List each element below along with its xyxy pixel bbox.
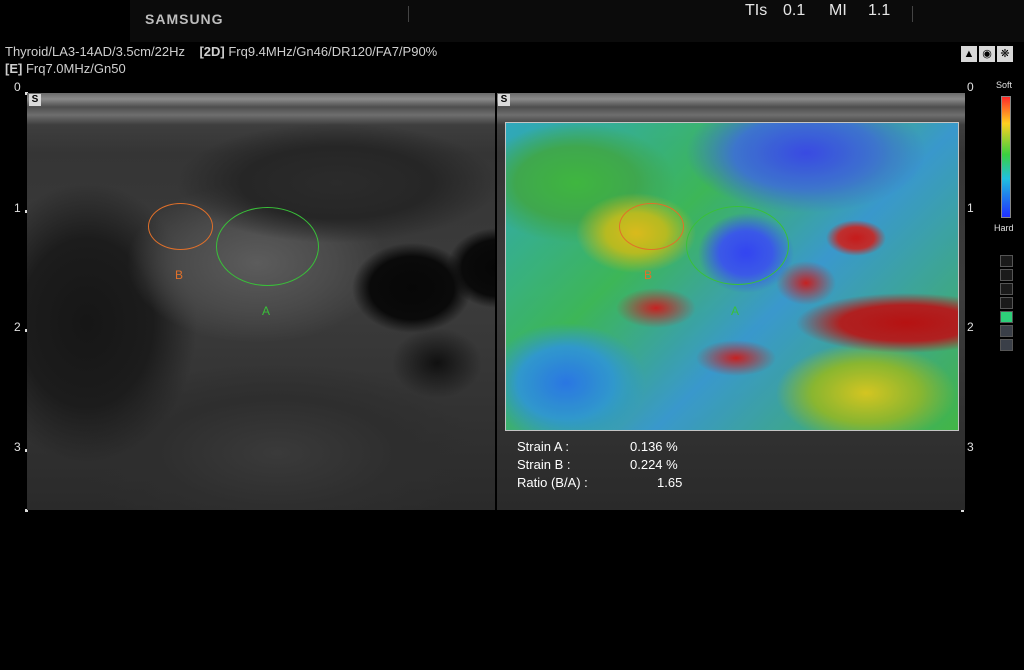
colorbar-soft-label: Soft xyxy=(996,80,1013,90)
depth-tick-right: 1 xyxy=(967,201,974,215)
depth-tick-left: 1 xyxy=(14,201,21,215)
brand-logo: SAMSUNG xyxy=(145,11,224,27)
settings-icon[interactable]: ❋ xyxy=(997,46,1013,62)
quality-level xyxy=(1000,325,1013,337)
gain-e: Gn50 xyxy=(93,61,126,76)
quality-level xyxy=(1000,283,1013,295)
quality-level-active xyxy=(1000,311,1013,323)
quality-level xyxy=(1000,297,1013,309)
depth-tick-left: 2 xyxy=(14,320,21,334)
quality-level xyxy=(1000,269,1013,281)
depth-tick-left: 0 xyxy=(14,80,21,94)
frq-e: Frq7.0MHz xyxy=(25,61,91,76)
strain-b-label: Strain B : xyxy=(517,457,571,472)
roi-a-label: A xyxy=(731,304,740,318)
roi-a[interactable] xyxy=(216,207,319,286)
ratio-label: Ratio (B/A) : xyxy=(517,475,588,490)
depth-tick-right: 0 xyxy=(967,80,974,94)
header-divider xyxy=(912,6,913,22)
frame-rate: 22Hz xyxy=(154,44,185,59)
roi-a-label: A xyxy=(262,304,271,318)
header-divider xyxy=(408,6,409,22)
probe-icon[interactable]: ▲ xyxy=(961,46,977,62)
mi-value: 1.1 xyxy=(868,2,891,19)
probe-name: LA3-14AD xyxy=(51,44,112,59)
roi-a[interactable] xyxy=(686,206,789,285)
mode-e-label: [E] xyxy=(5,61,23,76)
right-panel-badge: S xyxy=(498,94,510,106)
cine-icon[interactable]: ◉ xyxy=(979,46,995,62)
mi-label: MI xyxy=(829,2,847,19)
preset-name: Thyroid xyxy=(5,44,49,59)
roi-b-label: B xyxy=(644,268,653,282)
elasticity-colorbar xyxy=(1001,96,1011,218)
tis-value: 0.1 xyxy=(783,2,806,19)
mode-2d-label: [2D] xyxy=(199,44,225,59)
roi-b-label: B xyxy=(175,268,184,282)
bmode-image-panel[interactable]: B A xyxy=(27,93,495,510)
frame-average: FA7 xyxy=(375,44,399,59)
depth-tick-right: 2 xyxy=(967,320,974,334)
parameter-line-2: [E] Frq7.0MHz/Gn50 xyxy=(5,61,126,76)
roi-b[interactable] xyxy=(619,203,684,250)
quality-level xyxy=(1000,255,1013,267)
depth-tick-right: 3 xyxy=(967,440,974,454)
strain-b-value: 0.224 % xyxy=(630,457,678,472)
strain-a-value: 0.136 % xyxy=(630,439,678,454)
depth-tick-left: 3 xyxy=(14,440,21,454)
left-panel-badge: S xyxy=(29,94,41,106)
quality-level xyxy=(1000,339,1013,351)
depth-value: 3.5cm xyxy=(115,44,151,59)
colorbar-hard-label: Hard xyxy=(994,223,1014,233)
power-value: P90% xyxy=(402,44,438,59)
strain-a-label: Strain A : xyxy=(517,439,570,454)
toolbar-icons: ▲ ◉ ❋ xyxy=(961,46,1015,64)
gain-2d: Gn46 xyxy=(296,44,329,59)
tis-label: TIs xyxy=(745,2,768,19)
parameter-line-1: Thyroid/LA3-14AD/3.5cm/22Hz [2D] Frq9.4M… xyxy=(5,44,438,59)
roi-b[interactable] xyxy=(148,203,213,250)
frq-2d: Frq9.4MHz xyxy=(228,44,293,59)
ratio-value: 1.65 xyxy=(657,475,683,490)
dynamic-range: DR120 xyxy=(331,44,373,59)
